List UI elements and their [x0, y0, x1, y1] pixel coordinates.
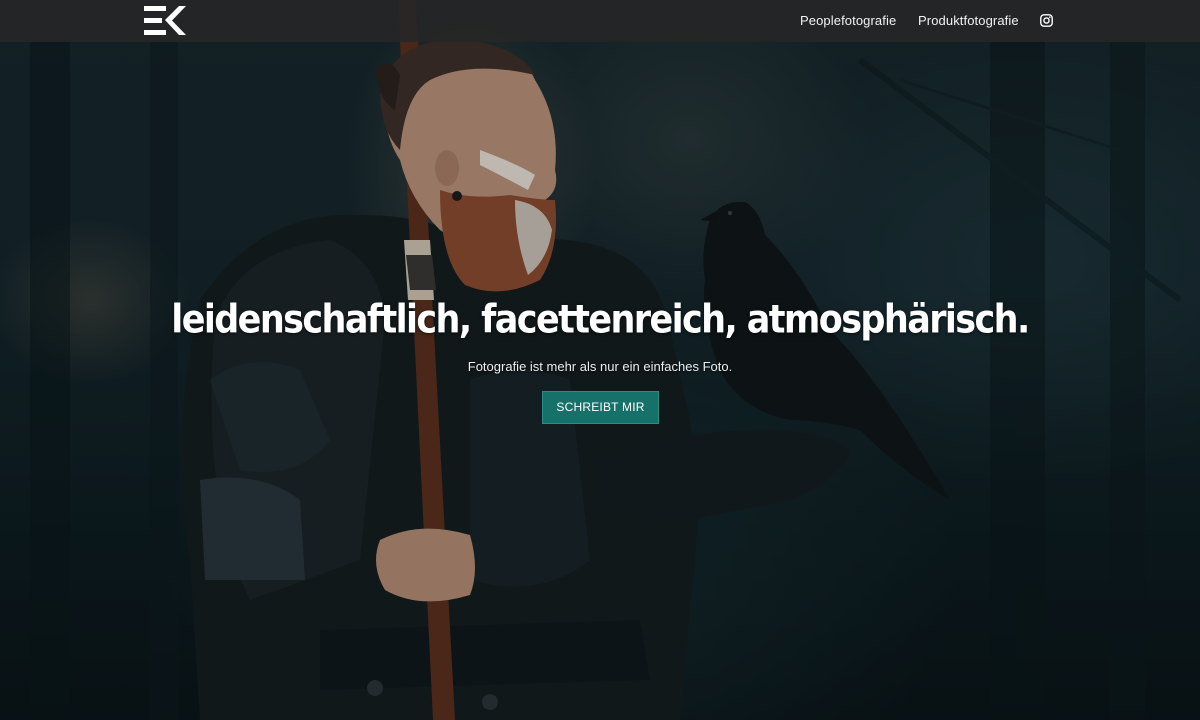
hero-subtitle: Fotografie ist mehr als nur ein einfache… — [467, 359, 733, 374]
nav-link-peoplefotografie[interactable]: Peoplefotografie — [800, 13, 896, 28]
contact-cta-button[interactable]: SCHREIBT MIR — [542, 391, 659, 424]
ek-logo-icon — [144, 6, 186, 35]
nav-link-produktfotografie[interactable]: Produktfotografie — [918, 13, 1019, 28]
instagram-glyph-icon — [1040, 14, 1053, 27]
hero-headline: leidenschaftlich, facettenreich, atmosph… — [171, 297, 1030, 343]
top-navigation-bar: Peoplefotografie Produktfotografie — [0, 0, 1200, 42]
instagram-icon[interactable] — [1040, 14, 1053, 27]
page: Peoplefotografie Produktfotografie leide… — [0, 0, 1200, 720]
logo[interactable] — [143, 4, 188, 38]
